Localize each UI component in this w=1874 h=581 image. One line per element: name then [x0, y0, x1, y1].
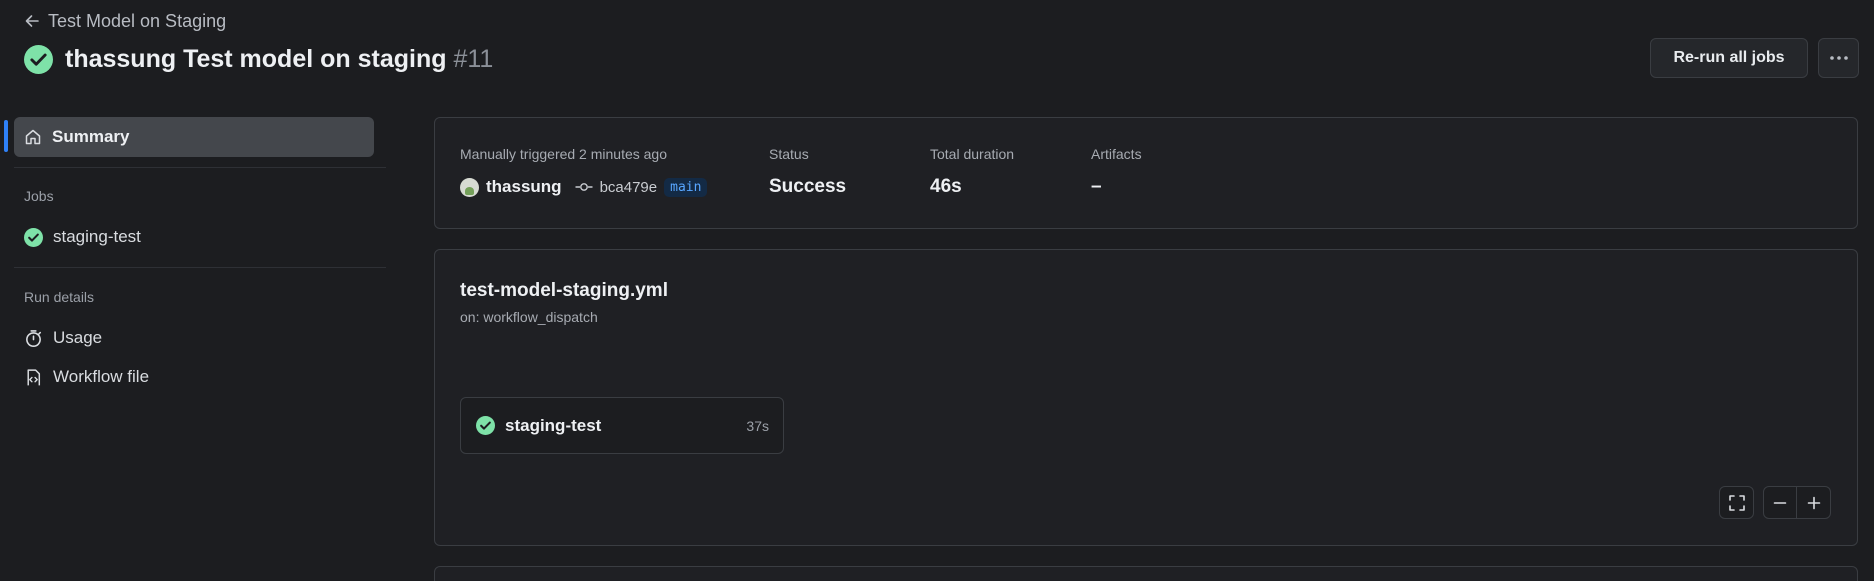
job-duration: 37s	[746, 417, 769, 434]
sidebar-item-summary[interactable]: Summary	[14, 117, 374, 157]
git-commit-icon	[575, 182, 593, 192]
page-title-row: thassung Test model on staging #11	[24, 42, 493, 76]
fullscreen-button[interactable]	[1719, 486, 1754, 519]
duration-label: Total duration	[930, 146, 1015, 162]
branch-badge[interactable]: main	[664, 177, 708, 197]
sidebar-divider	[14, 267, 386, 268]
job-name: staging-test	[505, 415, 602, 435]
status-label: Status	[769, 146, 809, 162]
job-node-staging-test[interactable]: staging-test 37s	[460, 397, 784, 454]
run-details-heading: Run details	[24, 289, 95, 305]
workflow-trigger: on: workflow_dispatch	[460, 309, 598, 325]
sidebar-item-workflow-file[interactable]: Workflow file	[14, 359, 374, 395]
home-icon	[24, 128, 42, 146]
run-summary-card	[434, 117, 1858, 229]
active-indicator	[4, 120, 8, 152]
artifacts-value: –	[1091, 176, 1102, 197]
duration-value: 46s	[930, 176, 962, 197]
sidebar-item-staging-test[interactable]: staging-test	[14, 219, 374, 255]
jobs-heading: Jobs	[24, 188, 54, 204]
kebab-horizontal-icon	[1829, 55, 1849, 61]
zoom-controls	[1763, 486, 1831, 519]
file-code-icon	[24, 368, 43, 387]
zoom-in-icon[interactable]	[1797, 487, 1830, 518]
run-number: #11	[453, 44, 494, 73]
fullscreen-icon	[1728, 494, 1746, 512]
page-title: thassung Test model on staging #11	[65, 45, 493, 74]
sidebar-divider	[14, 167, 386, 168]
sidebar-item-label: Usage	[53, 328, 103, 347]
sidebar-item-usage[interactable]: Usage	[14, 320, 374, 356]
actor-link[interactable]: thassung	[486, 177, 562, 197]
zoom-out-icon[interactable]	[1764, 487, 1798, 518]
back-link[interactable]: Test Model on Staging	[24, 10, 226, 32]
arrow-left-icon	[24, 13, 40, 29]
trigger-details: thassung bca479e main	[460, 175, 708, 199]
check-circle-icon	[24, 227, 43, 247]
stopwatch-icon	[24, 329, 43, 348]
commit-link[interactable]: bca479e	[600, 179, 658, 196]
rerun-all-jobs-button[interactable]: Re-run all jobs	[1650, 38, 1808, 78]
sidebar-item-label: Summary	[52, 127, 130, 146]
avatar	[460, 177, 479, 197]
status-value: Success	[769, 176, 847, 197]
next-section-card	[434, 566, 1858, 581]
workflow-file-name: test-model-staging.yml	[460, 280, 668, 301]
run-title: thassung Test model on staging	[65, 44, 447, 73]
sidebar-item-label: Workflow file	[53, 367, 150, 386]
artifacts-label: Artifacts	[1091, 146, 1142, 162]
trigger-label: Manually triggered 2 minutes ago	[460, 146, 668, 162]
more-options-button[interactable]	[1818, 38, 1859, 78]
sidebar-item-label: staging-test	[53, 227, 141, 246]
check-circle-icon	[24, 44, 53, 74]
check-circle-icon	[476, 416, 495, 435]
back-link-label: Test Model on Staging	[48, 10, 227, 31]
